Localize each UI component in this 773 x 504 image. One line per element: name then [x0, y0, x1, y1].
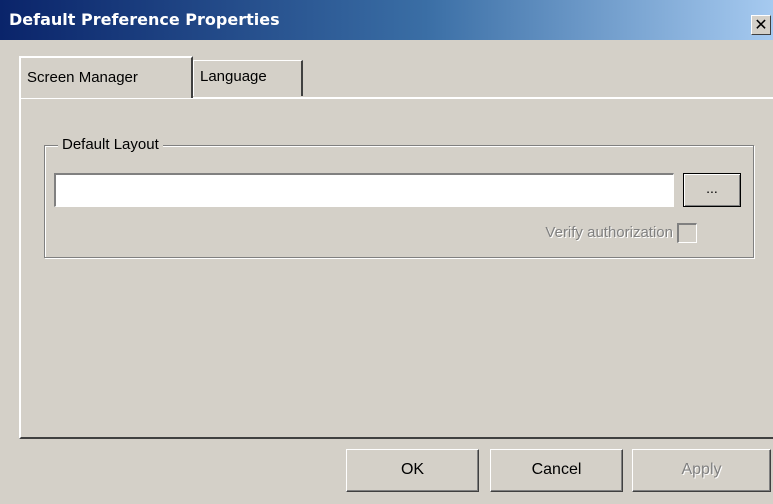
cancel-button-label: Cancel: [531, 461, 582, 478]
tab-language-label: Language: [200, 68, 267, 85]
tab-panel-screen-manager: Default Layout ... Verify authorization: [19, 97, 773, 439]
close-button[interactable]: ✕: [751, 15, 771, 35]
apply-button-label: Apply: [681, 461, 722, 478]
close-icon: ✕: [754, 15, 768, 34]
browse-button-label: ...: [706, 180, 718, 196]
window-title: Default Preference Properties: [9, 10, 280, 29]
cancel-button[interactable]: Cancel: [490, 449, 623, 492]
default-layout-input[interactable]: [54, 173, 674, 207]
verify-authorization-label: Verify authorization: [545, 224, 673, 241]
ok-button-label: OK: [400, 461, 425, 478]
apply-button[interactable]: Apply: [632, 449, 771, 492]
ok-button[interactable]: OK: [346, 449, 479, 492]
dialog-window: Default Preference Properties ✕ Screen M…: [0, 0, 773, 504]
verify-authorization-checkbox[interactable]: [677, 223, 697, 243]
tab-language[interactable]: Language: [193, 60, 303, 96]
tab-screen-manager[interactable]: Screen Manager: [19, 56, 193, 98]
tab-screen-manager-label: Screen Manager: [27, 69, 138, 86]
default-layout-legend: Default Layout: [58, 135, 163, 155]
title-bar[interactable]: Default Preference Properties ✕: [0, 0, 773, 40]
browse-button[interactable]: ...: [683, 173, 741, 207]
verify-authorization-row: Verify authorization: [545, 222, 697, 244]
default-layout-group: Default Layout ... Verify authorization: [44, 135, 754, 258]
